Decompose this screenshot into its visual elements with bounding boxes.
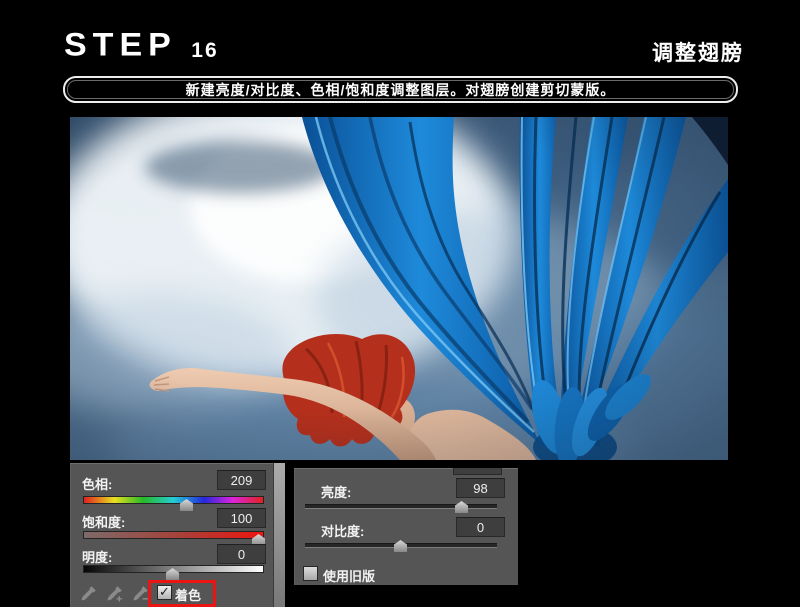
step-logo: STEP 16 [64,27,219,66]
saturation-slider[interactable] [83,531,264,539]
lightness-input[interactable]: 0 [217,544,266,564]
hue-label: 色相: [82,477,113,492]
saturation-input[interactable]: 100 [217,508,266,528]
eyedropper-subtract-icon[interactable] [132,585,149,602]
wings-photo [70,117,728,460]
tutorial-page: STEP 16 调整翅膀 新建亮度/对比度、色相/饱和度调整图层。对翅膀创建剪切… [0,0,800,607]
instruction-bar: 新建亮度/对比度、色相/饱和度调整图层。对翅膀创建剪切蒙版。 [63,76,738,103]
step-logo-word: STEP [64,27,177,64]
panel-scrollbar[interactable] [273,463,285,607]
use-legacy-checkbox[interactable] [303,566,318,581]
brightness-slider-thumb[interactable] [455,501,468,513]
saturation-label: 饱和度: [82,515,126,530]
contrast-label: 对比度: [321,524,365,539]
brightness-contrast-panel: 亮度: 98 对比度: 0 使用旧版 [294,468,518,585]
lightness-label: 明度: [82,550,113,565]
hue-input[interactable]: 209 [217,470,266,490]
brightness-input[interactable]: 98 [456,478,505,498]
lightness-value: 0 [237,546,246,562]
cropped-input-fragment [453,468,502,475]
colorize-label: 着色 [175,588,202,603]
hue-saturation-panel: 色相: 209 饱和度: 100 明度: 0 ✓ 着色 [70,463,285,607]
saturation-value: 100 [230,510,253,526]
contrast-value: 0 [476,519,485,535]
contrast-slider-thumb[interactable] [394,540,407,552]
hue-slider[interactable] [83,496,264,504]
wings-photo-art [70,117,728,460]
vignette [70,117,728,460]
checkmark-icon: ✓ [159,584,170,599]
hue-value: 209 [230,472,253,488]
contrast-input[interactable]: 0 [456,517,505,537]
page-title: 调整翅膀 [652,42,744,65]
colorize-checkbox[interactable]: ✓ [157,585,172,600]
brightness-slider[interactable] [305,504,497,509]
instruction-text: 新建亮度/对比度、色相/饱和度调整图层。对翅膀创建剪切蒙版。 [185,81,616,98]
brightness-value: 98 [473,480,488,496]
step-logo-number: 16 [191,39,219,62]
brightness-label: 亮度: [321,485,352,500]
eyedropper-add-icon[interactable] [106,585,123,602]
eyedropper-icon[interactable] [80,585,97,602]
use-legacy-label: 使用旧版 [323,569,376,584]
